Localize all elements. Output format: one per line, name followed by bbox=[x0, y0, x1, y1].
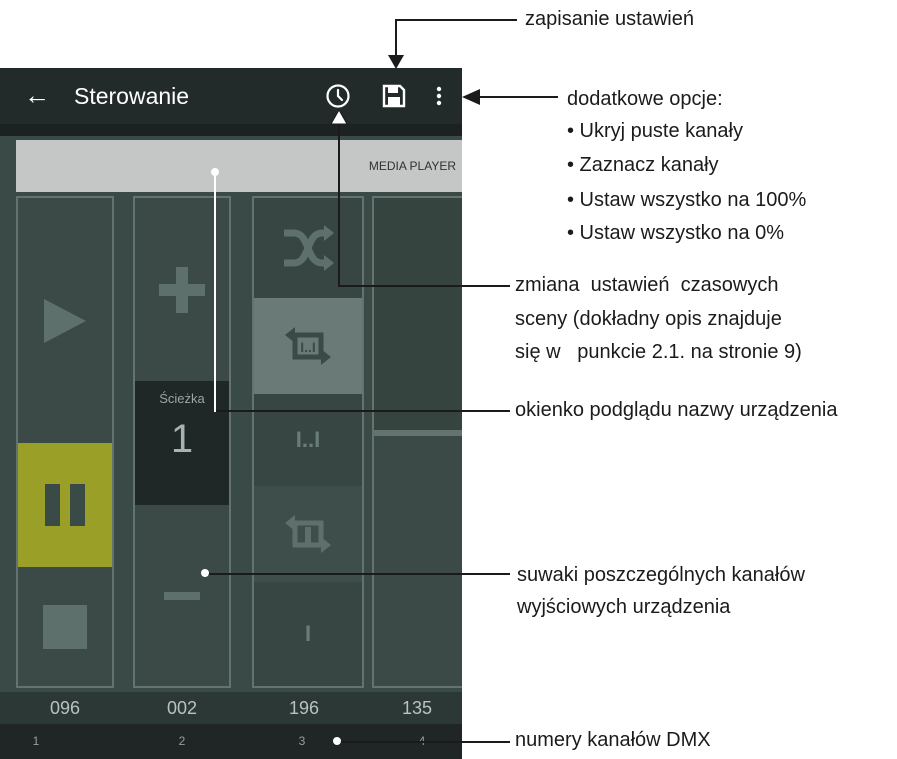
annotation-timing-2: sceny (dokładny opis znajduje bbox=[515, 308, 782, 330]
annotation-preview: okienko podglądu nazwy urządzenia bbox=[515, 399, 838, 421]
repeat-one-icon bbox=[285, 515, 331, 553]
annotation-timing-1: zmiana ustawień czasowych bbox=[515, 274, 779, 296]
channel-2-value: 002 bbox=[166, 698, 198, 718]
plus-icon bbox=[159, 266, 205, 313]
channel-2-slider[interactable]: Ścieżka 1 bbox=[133, 196, 231, 688]
channel-3-number: 3 bbox=[298, 734, 306, 748]
annotation-option-4: • Ustaw wszystko na 0% bbox=[567, 222, 785, 244]
back-arrow-icon[interactable]: ← bbox=[24, 78, 50, 112]
repeat-all-icon: I..I bbox=[285, 327, 331, 365]
repeat-one-button[interactable] bbox=[254, 486, 362, 582]
shuffle-icon bbox=[284, 225, 334, 271]
dmx-leader bbox=[338, 741, 510, 743]
save-icon bbox=[382, 84, 406, 108]
timing-leader-v bbox=[338, 122, 340, 287]
annotation-dmx: numery kanałów DMX bbox=[515, 729, 711, 751]
repeat-all-button[interactable]: I..I bbox=[254, 298, 362, 394]
app-bar: ← Sterowanie bbox=[0, 68, 462, 124]
sliders-leader bbox=[206, 573, 510, 575]
preview-left-strip bbox=[0, 140, 16, 192]
play-button[interactable] bbox=[18, 198, 112, 443]
options-leader bbox=[478, 96, 558, 98]
app-bar-shadow bbox=[0, 124, 462, 136]
timing-leader-h bbox=[338, 285, 510, 287]
annotation-timing-3: się w punkcie 2.1. na stronie 9) bbox=[515, 341, 802, 363]
shuffle-button[interactable] bbox=[254, 198, 362, 298]
channel-4-slider[interactable] bbox=[372, 196, 462, 688]
channel-4-upper bbox=[374, 198, 462, 430]
device-name-label: MEDIA PLAYER bbox=[368, 159, 456, 173]
save-arrow-icon bbox=[388, 55, 404, 69]
more-vertical-icon bbox=[436, 86, 442, 106]
channel-3-value: 196 bbox=[288, 698, 320, 718]
channel-1-slider[interactable] bbox=[16, 196, 114, 688]
svg-text:I..I: I..I bbox=[300, 339, 316, 355]
timing-arrow-icon bbox=[331, 110, 347, 124]
channel-4-value: 135 bbox=[401, 698, 433, 718]
device-name-preview: MEDIA PLAYER bbox=[16, 140, 462, 192]
options-arrow-icon bbox=[462, 89, 480, 105]
dmx-marker-dot bbox=[333, 737, 341, 745]
save-settings-button[interactable] bbox=[378, 80, 410, 112]
preview-leader-h bbox=[214, 410, 510, 412]
save-leader-v bbox=[395, 19, 397, 59]
save-leader-h bbox=[395, 19, 517, 21]
annotation-option-2: • Zaznacz kanały bbox=[567, 154, 719, 176]
preview-leader-v bbox=[214, 176, 216, 412]
annotation-sliders-1: suwaki poszczególnych kanałów bbox=[517, 564, 805, 586]
pause-marker-label: I..I bbox=[295, 427, 321, 452]
channel-3-slider[interactable]: I..I I..I I bbox=[252, 196, 364, 688]
minus-icon bbox=[164, 591, 200, 600]
play-icon bbox=[44, 298, 86, 343]
channel-2-number: 2 bbox=[178, 734, 186, 748]
track-decrement-button[interactable] bbox=[135, 505, 229, 686]
annotation-option-3: • Ustaw wszystko na 100% bbox=[567, 189, 807, 211]
preview-marker-dot bbox=[211, 168, 219, 176]
pause-icon bbox=[45, 484, 85, 526]
single-marker-label: I bbox=[304, 621, 312, 646]
clock-icon bbox=[326, 84, 350, 108]
channel-1-value: 096 bbox=[49, 698, 81, 718]
annotation-sliders-2: wyjściowych urządzenia bbox=[517, 596, 731, 618]
page-title: Sterowanie bbox=[74, 83, 190, 109]
scene-timing-button[interactable] bbox=[322, 80, 354, 112]
stop-button[interactable] bbox=[18, 567, 112, 686]
annotation-option-1: • Ukryj puste kanały bbox=[567, 120, 743, 142]
channel-4-divider bbox=[374, 430, 462, 436]
annotation-save: zapisanie ustawień bbox=[525, 8, 694, 30]
sliders-marker-dot bbox=[201, 569, 209, 577]
pause-button[interactable] bbox=[18, 443, 112, 567]
stop-icon bbox=[43, 604, 87, 649]
more-options-button[interactable] bbox=[428, 80, 450, 112]
single-marker[interactable]: I bbox=[254, 582, 362, 686]
pause-marker[interactable]: I..I bbox=[254, 394, 362, 486]
track-value: 1 bbox=[170, 417, 194, 461]
app-screen: ← Sterowanie MEDIA PLAYER Ścieżka 1 I..I… bbox=[0, 68, 462, 759]
channel-1-number: 1 bbox=[32, 734, 40, 748]
annotation-options-title: dodatkowe opcje: bbox=[567, 88, 723, 110]
